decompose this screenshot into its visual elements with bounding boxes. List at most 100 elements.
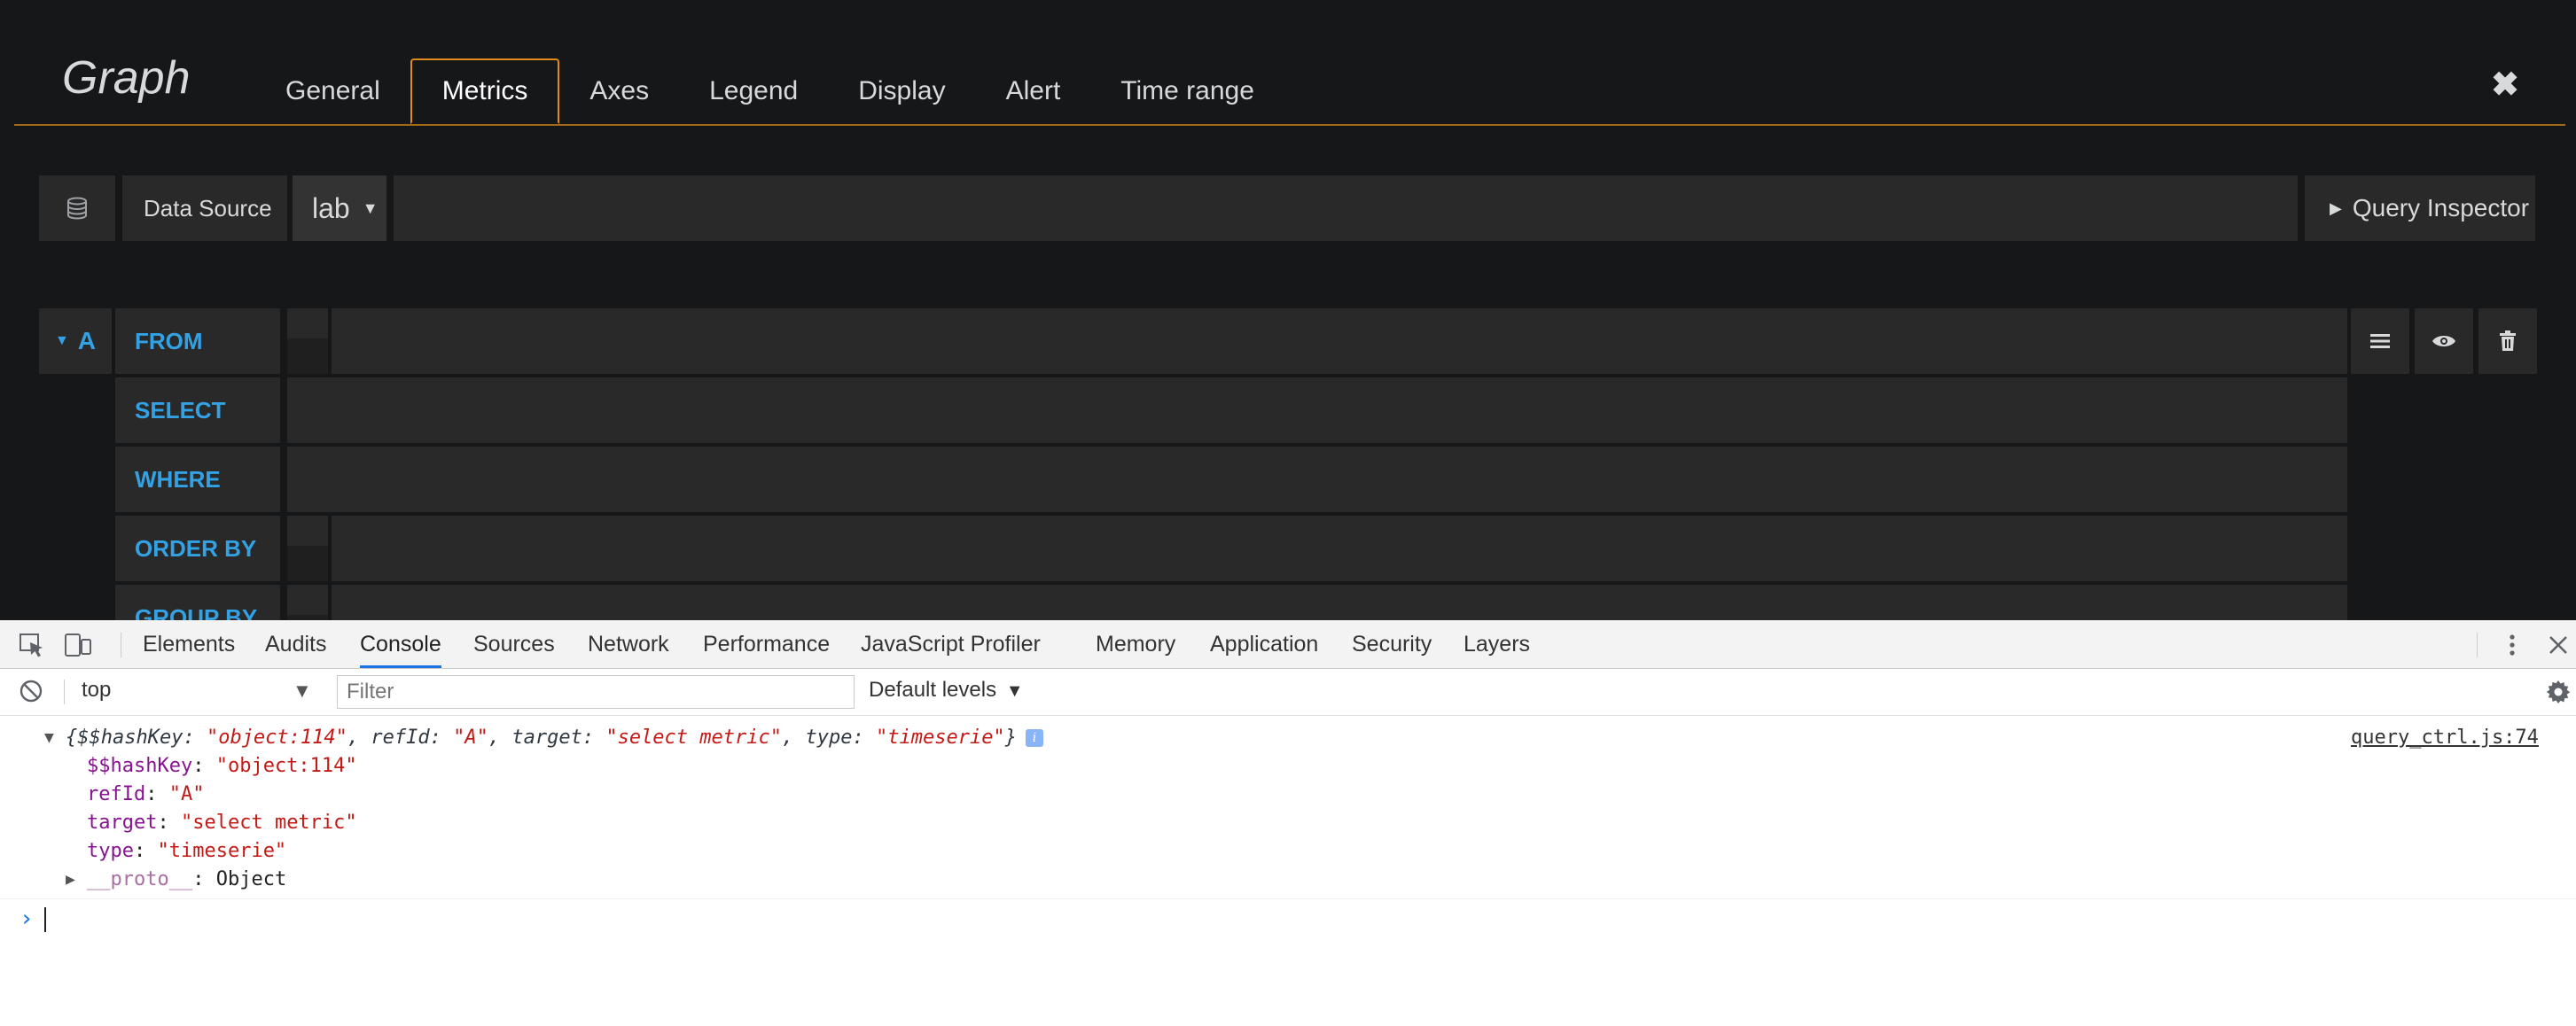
order-by-segment[interactable] <box>287 516 328 581</box>
group-by-segment[interactable] <box>287 585 328 620</box>
property-line: type: "timeserie" <box>87 840 287 862</box>
devtools-tab-layers[interactable]: Layers <box>1464 620 1530 668</box>
console-prompt-icon: › <box>20 906 34 932</box>
device-toolbar-icon[interactable] <box>64 631 92 659</box>
dropdown-arrow-icon: ▼ <box>1005 681 1024 701</box>
datasource-selected-value: lab <box>312 191 350 224</box>
select-field[interactable] <box>287 377 2347 443</box>
console-divider <box>0 898 2576 899</box>
property-key: target <box>87 812 158 834</box>
expand-triangle-icon[interactable]: ▼ <box>44 728 54 747</box>
summary-target-label: , target: <box>488 727 606 749</box>
summary-target-value: "select metric" <box>605 727 783 749</box>
summary-refid-value: "A" <box>453 727 488 749</box>
summary-hashkey-value: "object:114" <box>206 727 347 749</box>
datasource-select[interactable]: lab ▼ <box>293 175 386 241</box>
query-row-from: FROM <box>0 308 2576 374</box>
property-value: "object:114" <box>215 755 357 777</box>
delete-query-button[interactable] <box>2478 308 2537 374</box>
devtools-tab-console[interactable]: Console <box>360 620 441 668</box>
property-key: type <box>87 840 134 862</box>
hamburger-icon <box>2370 334 2390 348</box>
tab-time-range[interactable]: Time range <box>1090 58 1284 124</box>
trash-icon <box>2500 330 2516 351</box>
property-key: refId <box>87 783 146 805</box>
caret-right-icon: ▶ <box>2330 198 2342 217</box>
from-segment[interactable] <box>287 308 328 374</box>
devtools-tab-audits[interactable]: Audits <box>265 620 326 668</box>
console-settings-gear-icon[interactable] <box>2544 678 2572 706</box>
panel-editor-tabs: General Metrics Axes Legend Display Aler… <box>255 58 1284 126</box>
from-measurement-field[interactable] <box>332 308 2347 374</box>
log-object-summary[interactable]: {$$hashKey: "object:114", refId: "A", ta… <box>66 727 1043 749</box>
console-filter-input[interactable] <box>337 675 855 709</box>
eye-icon <box>2432 336 2455 346</box>
tab-display[interactable]: Display <box>828 58 975 124</box>
devtools-tab-security[interactable]: Security <box>1352 620 1432 668</box>
context-selector[interactable]: top <box>82 678 111 703</box>
source-location-link[interactable]: query_ctrl.js:74 <box>2351 727 2539 749</box>
devtools-tab-network[interactable]: Network <box>588 620 669 668</box>
devtools-tab-sources[interactable]: Sources <box>473 620 555 668</box>
close-icon[interactable]: ✖ <box>2487 67 2523 103</box>
property-line: refId: "A" <box>87 783 205 805</box>
query-menu-button[interactable] <box>2351 308 2409 374</box>
proto-key: __proto__ <box>87 868 193 890</box>
query-row-select: SELECT <box>0 377 2576 443</box>
caret-down-icon: ▼ <box>362 198 379 217</box>
grafana-panel-editor: Graph General Metrics Axes Legend Displa… <box>0 0 2576 620</box>
datasource-row-filler <box>394 175 2298 241</box>
console-input-caret[interactable] <box>44 907 46 932</box>
datasource-label: Data Source <box>122 175 287 241</box>
group-by-field[interactable] <box>332 585 2347 620</box>
select-keyword: SELECT <box>115 377 280 443</box>
property-line: $$hashKey: "object:114" <box>87 755 357 777</box>
property-key: $$hashKey <box>87 755 193 777</box>
property-value: "select metric" <box>180 812 357 834</box>
tab-metrics[interactable]: Metrics <box>410 58 560 124</box>
devtools-tabbar: Elements Audits Console Sources Network … <box>0 620 2576 669</box>
proto-value: Object <box>215 868 287 890</box>
toggle-visibility-button[interactable] <box>2415 308 2473 374</box>
summary-type-label: , type: <box>782 727 876 749</box>
tab-axes[interactable]: Axes <box>559 58 679 124</box>
tab-general[interactable]: General <box>255 58 410 124</box>
expand-triangle-icon[interactable]: ▶ <box>66 870 75 889</box>
toolbar-divider <box>64 680 65 704</box>
inspect-element-icon[interactable] <box>18 631 46 659</box>
toolbar-divider <box>2477 633 2478 657</box>
query-row-order-by: ORDER BY <box>0 516 2576 581</box>
more-options-icon[interactable] <box>2498 631 2526 659</box>
devtools-tab-memory[interactable]: Memory <box>1096 620 1175 668</box>
log-levels-label: Default levels <box>869 678 997 702</box>
where-field[interactable] <box>287 447 2347 512</box>
from-keyword: FROM <box>115 308 280 374</box>
order-by-field[interactable] <box>332 516 2347 581</box>
summary-suffix: } <box>1004 727 1017 749</box>
devtools-tab-application[interactable]: Application <box>1210 620 1318 668</box>
context-dropdown-icon[interactable]: ▼ <box>293 680 312 703</box>
devtools-tab-elements[interactable]: Elements <box>143 620 235 668</box>
clear-console-icon[interactable] <box>18 678 46 706</box>
property-line: target: "select metric" <box>87 812 357 834</box>
devtools-tab-javascript-profiler[interactable]: JavaScript Profiler <box>861 620 1041 668</box>
summary-prefix: {$$hashKey: <box>66 727 207 749</box>
database-icon <box>39 175 115 241</box>
where-keyword: WHERE <box>115 447 280 512</box>
proto-line[interactable]: __proto__: Object <box>87 868 286 890</box>
tab-alert[interactable]: Alert <box>976 58 1091 124</box>
close-devtools-icon[interactable] <box>2544 631 2572 659</box>
property-value: "timeserie" <box>157 840 287 862</box>
info-icon[interactable]: i <box>1025 729 1043 747</box>
group-by-keyword: GROUP BY <box>115 585 280 620</box>
panel-title: Graph <box>62 52 191 104</box>
devtools-tab-performance[interactable]: Performance <box>703 620 830 668</box>
devtools-panel: Elements Audits Console Sources Network … <box>0 620 2576 1026</box>
console-toolbar: top ▼ Default levels ▼ <box>0 669 2576 716</box>
log-levels-select[interactable]: Default levels ▼ <box>869 678 1024 703</box>
query-inspector-button[interactable]: ▶ Query Inspector <box>2305 175 2535 241</box>
query-row-group-by: GROUP BY <box>0 585 2576 620</box>
order-by-keyword: ORDER BY <box>115 516 280 581</box>
console-output: ▼ {$$hashKey: "object:114", refId: "A", … <box>0 716 2576 1026</box>
tab-legend[interactable]: Legend <box>679 58 828 124</box>
